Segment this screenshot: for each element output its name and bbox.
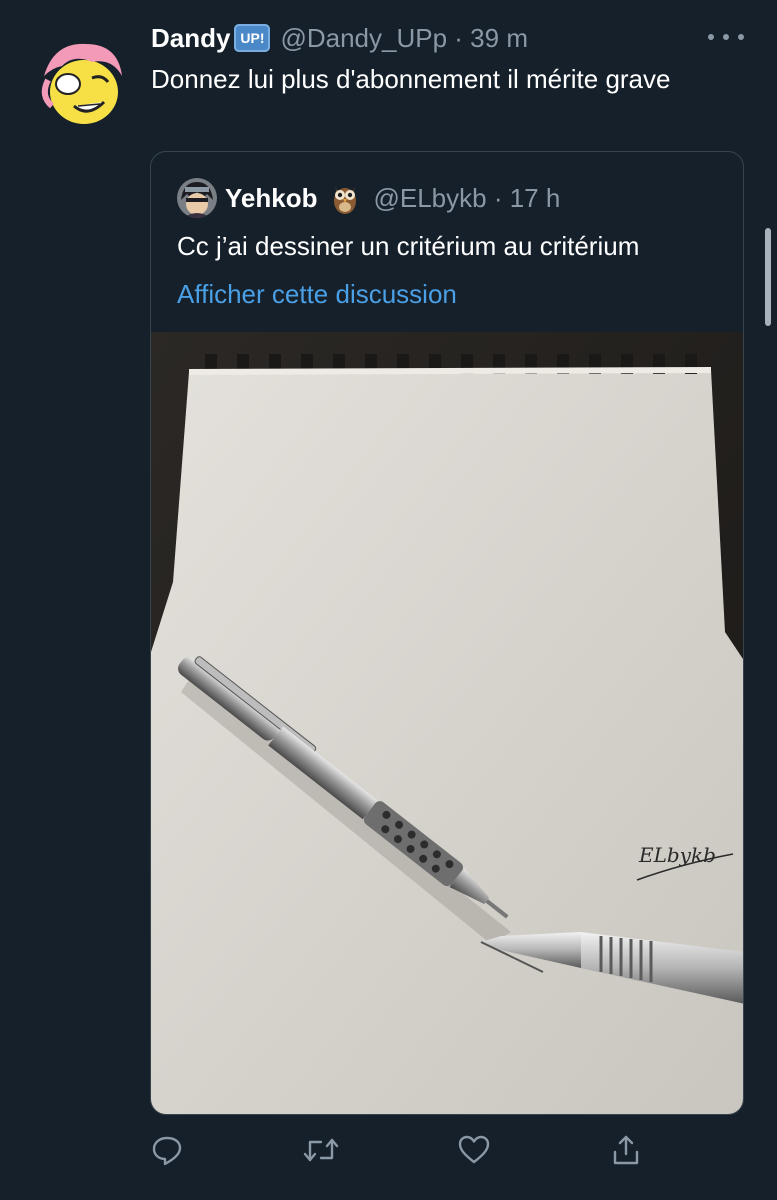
quoted-author-name: Yehkob bbox=[225, 182, 318, 213]
quoted-tweet[interactable]: Yehkob @ELbykb · 17 h Cc j’ai dessiner u… bbox=[150, 151, 744, 1115]
owl-icon bbox=[331, 181, 359, 215]
heart-icon[interactable] bbox=[454, 1128, 494, 1172]
retweet-icon[interactable] bbox=[301, 1128, 341, 1172]
signature: ELbykb bbox=[638, 843, 716, 867]
tweet[interactable]: Dandy UP! @Dandy_UPp · 39 m Donnez lui p… bbox=[0, 0, 777, 1200]
quoted-header: Yehkob @ELbykb · 17 h bbox=[225, 180, 560, 216]
quoted-author-handle: @ELbykb · 17 h bbox=[373, 182, 561, 213]
tweet-text: Donnez lui plus d'abonnement il mérite g… bbox=[151, 64, 671, 94]
author-handle[interactable]: @Dandy_UPp · 39 m bbox=[280, 23, 528, 54]
ellipsis-icon[interactable] bbox=[708, 24, 744, 50]
up-badge-icon: UP! bbox=[234, 24, 271, 52]
quoted-time: 17 h bbox=[509, 182, 561, 213]
action-bar bbox=[0, 1128, 777, 1172]
author-avatar[interactable] bbox=[34, 36, 130, 132]
quoted-text: Cc j’ai dessiner un critérium au critéri… bbox=[177, 231, 640, 261]
show-thread-link[interactable]: Afficher cette discussion bbox=[177, 274, 457, 314]
share-icon[interactable] bbox=[606, 1128, 646, 1172]
tweet-time[interactable]: 39 m bbox=[470, 23, 528, 53]
tweet-header: Dandy UP! @Dandy_UPp · 39 m bbox=[151, 20, 528, 56]
quoted-author-avatar bbox=[177, 178, 217, 218]
reply-icon[interactable] bbox=[147, 1128, 187, 1172]
quoted-photo[interactable]: ELbykb bbox=[151, 332, 743, 1114]
author-name[interactable]: Dandy bbox=[151, 23, 230, 54]
